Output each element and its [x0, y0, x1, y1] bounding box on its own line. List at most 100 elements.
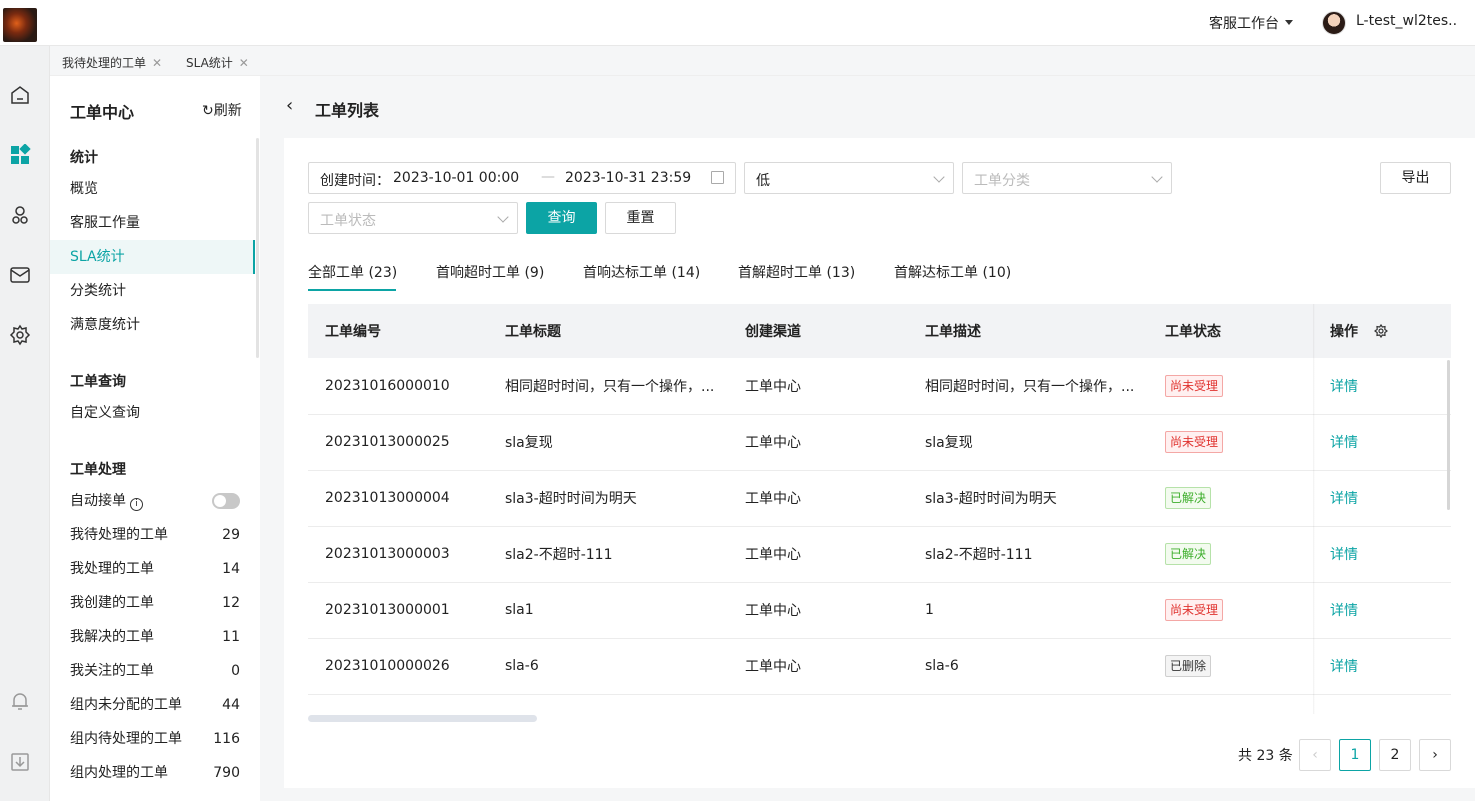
workbench-dropdown[interactable]: 客服工作台 [1209, 13, 1293, 33]
pagination-page-2[interactable]: 2 [1379, 739, 1411, 771]
tab-first-response-met[interactable]: 首响达标工单 (14) [583, 262, 700, 282]
priority-select[interactable]: 低 [744, 162, 954, 194]
table-vertical-scrollbar[interactable] [1447, 360, 1450, 510]
cell-ticket-id: 20231016000010 [308, 358, 488, 415]
table-row: 20231013000001 sla1 工单中心 1 尚未受理 详情 [308, 582, 1451, 639]
home-icon[interactable] [9, 84, 31, 106]
column-settings-icon[interactable] [1374, 324, 1388, 338]
reset-button[interactable]: 重置 [605, 202, 676, 234]
status-badge: 尚未受理 [1165, 374, 1224, 397]
page-title: 工单列表 [315, 101, 380, 120]
sidebar-item-overview[interactable]: 概览 [50, 172, 255, 206]
sidebar-item-count: 790 [213, 765, 240, 781]
close-icon[interactable]: ✕ [152, 56, 162, 70]
detail-link[interactable]: 详情 [1330, 603, 1358, 619]
chevron-down-icon [497, 211, 509, 223]
sidebar-item-my-created[interactable]: 我创建的工单 12 [50, 586, 255, 620]
sidebar-item-count: 14 [222, 561, 240, 577]
sidebar-item-workload[interactable]: 客服工作量 [50, 206, 255, 240]
refresh-button[interactable]: ↻刷新 [202, 100, 242, 120]
query-button[interactable]: 查询 [526, 202, 597, 234]
pagination-page-1[interactable]: 1 [1339, 739, 1371, 771]
cell-channel: 工单中心 [728, 414, 908, 471]
detail-link[interactable]: 详情 [1330, 435, 1358, 451]
pagination-total: 共 23 条 [1238, 748, 1293, 764]
date-start-input[interactable]: 2023-10-01 00:00 [393, 170, 519, 186]
page-header: ‹ 工单列表 [260, 76, 1475, 138]
cell-channel: 工单中心 [728, 582, 908, 639]
header-action: 操作 [1313, 304, 1451, 358]
sidebar-item-custom-query[interactable]: 自定义查询 [50, 396, 255, 430]
avatar[interactable] [1322, 11, 1346, 35]
cell-ticket-id: 20231013000003 [308, 526, 488, 583]
detail-link[interactable]: 详情 [1330, 379, 1358, 395]
mail-icon[interactable] [9, 264, 31, 286]
cell-ticket-title: sla2-不超时-111 [488, 526, 728, 583]
sidebar-item-sla[interactable]: SLA统计 [50, 240, 255, 274]
bell-icon[interactable] [9, 690, 31, 712]
tab-first-resolve-met[interactable]: 首解达标工单 (10) [894, 262, 1011, 282]
ticket-table: 工单编号 工单标题 创建渠道 工单描述 工单状态 操作 202310160000… [308, 304, 1451, 695]
detail-link[interactable]: 详情 [1330, 659, 1358, 675]
app-logo[interactable] [3, 8, 37, 42]
pagination-prev-button[interactable]: ‹ [1299, 739, 1331, 771]
dashboard-icon[interactable] [9, 144, 31, 166]
sidebar-item-group-pending[interactable]: 组内待处理的工单 116 [50, 722, 255, 756]
table-row: 20231010000026 sla-6 工单中心 sla-6 已删除 详情 [308, 638, 1451, 695]
user-group-icon[interactable] [9, 204, 31, 226]
table-row: 20231013000003 sla2-不超时-111 工单中心 sla2-不超… [308, 526, 1451, 583]
detail-link[interactable]: 详情 [1330, 547, 1358, 563]
date-range-picker[interactable]: 创建时间： 2023-10-01 00:00 — 2023-10-31 23:5… [308, 162, 736, 194]
status-badge: 尚未受理 [1165, 431, 1224, 453]
page-tab-sla[interactable]: SLA统计 ✕ [186, 54, 249, 71]
header-ticket-title: 工单标题 [488, 304, 728, 358]
status-badge: 已解决 [1165, 487, 1212, 509]
tab-first-resolve-overdue[interactable]: 首解超时工单 (13) [738, 262, 855, 282]
username[interactable]: L-test_wl2tes... [1356, 13, 1456, 29]
gear-icon[interactable] [9, 324, 31, 346]
top-bar: 客服工作台 L-test_wl2tes... [0, 0, 1475, 46]
download-icon[interactable] [9, 751, 31, 773]
sidebar-item-count: 116 [213, 731, 240, 747]
table-horizontal-scrollbar[interactable] [308, 715, 537, 722]
cell-ticket-title: sla3-超时时间为明天 [488, 470, 728, 527]
group-title-processing: 工单处理 [70, 462, 126, 478]
sidebar-scrollbar[interactable] [256, 138, 259, 358]
sidebar-item-satisfaction[interactable]: 满意度统计 [50, 308, 255, 342]
table-row: 20231013000025 sla复现 工单中心 sla复现 尚未受理 详情 [308, 414, 1451, 471]
date-separator: — [541, 169, 555, 185]
calendar-icon[interactable] [711, 171, 724, 184]
detail-link[interactable]: 详情 [1330, 491, 1358, 507]
close-icon[interactable]: ✕ [239, 56, 249, 70]
date-end-input[interactable]: 2023-10-31 23:59 [565, 170, 691, 186]
sidebar-item-my-handled[interactable]: 我处理的工单 14 [50, 552, 255, 586]
workbench-label: 客服工作台 [1209, 16, 1279, 32]
tab-first-response-overdue[interactable]: 首响超时工单 (9) [436, 262, 544, 282]
cell-ticket-title: 相同超时时间，只有一个操作，... [488, 358, 728, 415]
cell-channel: 工单中心 [728, 638, 908, 695]
status-select[interactable]: 工单状态 [308, 202, 518, 234]
category-select[interactable]: 工单分类 [962, 162, 1172, 194]
sidebar-item-label: 组内处理的工单 [70, 765, 168, 781]
sidebar-item-my-resolved[interactable]: 我解决的工单 11 [50, 620, 255, 654]
cell-channel: 工单中心 [728, 526, 908, 583]
cell-description: sla复现 [908, 414, 1148, 471]
back-icon[interactable]: ‹ [286, 95, 293, 116]
tab-all[interactable]: 全部工单 (23) [308, 262, 397, 282]
info-icon[interactable]: i [130, 498, 143, 511]
chevron-down-icon [1151, 171, 1163, 183]
fixed-column-shadow [1313, 304, 1315, 714]
sidebar-item-my-pending[interactable]: 我待处理的工单 29 [50, 518, 255, 552]
sidebar-item-group-handled[interactable]: 组内处理的工单 790 [50, 756, 255, 790]
header-channel: 创建渠道 [728, 304, 908, 358]
sidebar-item-my-followed[interactable]: 我关注的工单 0 [50, 654, 255, 688]
sidebar-item-group-unassigned[interactable]: 组内未分配的工单 44 [50, 688, 255, 722]
sidebar-item-category-stats[interactable]: 分类统计 [50, 274, 255, 308]
pagination-next-button[interactable]: › [1419, 739, 1451, 771]
cell-ticket-id: 20231013000001 [308, 582, 488, 639]
cell-ticket-id: 20231010000026 [308, 638, 488, 695]
export-button[interactable]: 导出 [1380, 162, 1451, 194]
status-badge: 已删除 [1165, 655, 1212, 677]
page-tab-pending[interactable]: 我待处理的工单 ✕ [62, 54, 162, 71]
auto-accept-toggle[interactable] [212, 493, 240, 509]
